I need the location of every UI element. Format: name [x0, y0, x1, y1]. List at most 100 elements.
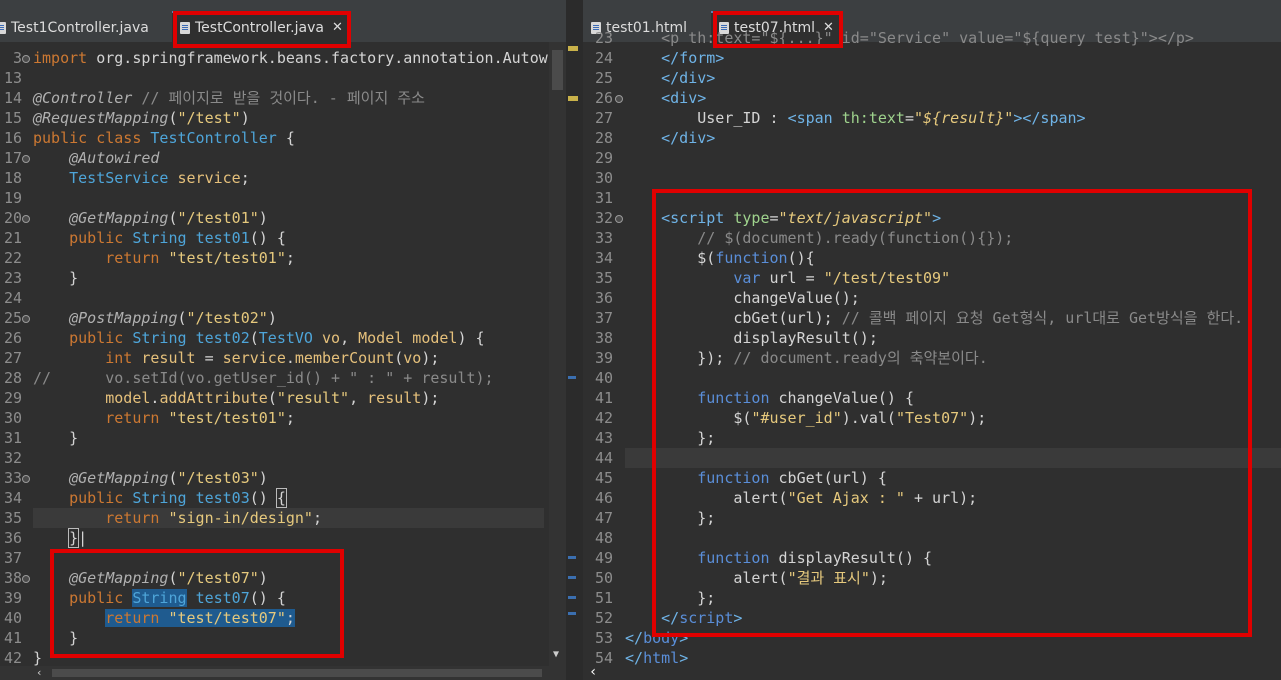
- code-line[interactable]: 28 // vo.setId(vo.getUser_id() + " : " + …: [0, 368, 566, 388]
- code-text: return "sign-in/design";: [105, 509, 322, 527]
- code-line[interactable]: 42}: [0, 648, 566, 668]
- code-text: }|: [68, 528, 88, 548]
- code-line[interactable]: 24 </form>: [583, 48, 1281, 68]
- fold-toggle-icon[interactable]: [22, 55, 30, 63]
- fold-toggle-icon[interactable]: [22, 215, 30, 223]
- code-line[interactable]: 28 </div>: [583, 128, 1281, 148]
- code-line[interactable]: 43 };: [583, 428, 1281, 448]
- code-text: cbGet(url); // 콜백 페이지 요청 Get형식, url대로 Ge…: [625, 309, 1244, 327]
- code-line[interactable]: 36 }|: [0, 528, 566, 548]
- code-line[interactable]: 29 model.addAttribute("result", result);: [0, 388, 566, 408]
- code-line[interactable]: 31: [583, 188, 1281, 208]
- code-line[interactable]: 21 public String test01() {: [0, 228, 566, 248]
- code-line[interactable]: 29: [583, 148, 1281, 168]
- scroll-thumb[interactable]: [552, 50, 563, 90]
- code-line[interactable]: 45 function cbGet(url) {: [583, 468, 1281, 488]
- code-line[interactable]: 3 import org.springframework.beans.factor…: [0, 48, 566, 68]
- horizontal-scrollbar[interactable]: ‹: [0, 666, 549, 680]
- scroll-left-icon[interactable]: ‹: [36, 666, 43, 679]
- code-text: <p th:text="${...}" id="Service" value="…: [661, 29, 1194, 47]
- code-text: @Autowired: [69, 149, 160, 167]
- code-line[interactable]: 17 @Autowired: [0, 148, 566, 168]
- code-line[interactable]: 19: [0, 188, 566, 208]
- code-line[interactable]: 50 alert("결과 표시");: [583, 568, 1281, 588]
- code-line[interactable]: 32 <script type="text/javascript">: [583, 208, 1281, 228]
- code-line[interactable]: 15 @RequestMapping("/test"): [0, 108, 566, 128]
- line-number: 36: [3, 529, 22, 547]
- code-line[interactable]: 37: [0, 548, 566, 568]
- line-number: 25: [3, 309, 22, 327]
- code-line[interactable]: 25 @PostMapping("/test02"): [0, 308, 566, 328]
- code-line[interactable]: 51 };: [583, 588, 1281, 608]
- code-line[interactable]: 38 @GetMapping("/test07"): [0, 568, 566, 588]
- code-line[interactable]: 30: [583, 168, 1281, 188]
- code-line[interactable]: 53 </body>: [583, 628, 1281, 648]
- code-line[interactable]: 24: [0, 288, 566, 308]
- code-line[interactable]: 18 TestService service;: [0, 168, 566, 188]
- line-number: 40: [3, 609, 22, 627]
- code-line[interactable]: 33 @GetMapping("/test03"): [0, 468, 566, 488]
- code-line[interactable]: 31 }: [0, 428, 566, 448]
- h-scroll-thumb[interactable]: [52, 669, 542, 677]
- close-icon[interactable]: ✕: [332, 20, 343, 35]
- code-line[interactable]: 35 return "sign-in/design";: [0, 508, 566, 528]
- code-line[interactable]: 13: [0, 68, 566, 88]
- code-line[interactable]: 40 return "test/test07";: [0, 608, 566, 628]
- code-line[interactable]: 41 }: [0, 628, 566, 648]
- code-line[interactable]: 41 function changeValue() {: [583, 388, 1281, 408]
- line-number: 27: [594, 109, 613, 127]
- code-line[interactable]: 36 changeValue();: [583, 288, 1281, 308]
- java-editor-pane[interactable]: Test1Controller.java TestController.java…: [0, 0, 566, 680]
- line-number: 39: [594, 349, 613, 367]
- code-text: function changeValue() {: [697, 389, 914, 407]
- vertical-scrollbar[interactable]: ▼: [549, 42, 566, 680]
- scroll-left-icon[interactable]: ‹: [589, 664, 597, 680]
- code-line[interactable]: 40: [583, 368, 1281, 388]
- code-line[interactable]: 32: [0, 448, 566, 468]
- code-line[interactable]: 49 function displayResult() {: [583, 548, 1281, 568]
- code-line[interactable]: 39 }); // document.ready의 축약본이다.: [583, 348, 1281, 368]
- code-line[interactable]: 25 </div>: [583, 68, 1281, 88]
- tab-test1controller[interactable]: Test1Controller.java: [0, 13, 149, 42]
- code-line[interactable]: 48: [583, 528, 1281, 548]
- html-code-editor[interactable]: 23 <p th:text="${...}" id="Service" valu…: [583, 29, 1281, 680]
- code-line[interactable]: 46 alert("Get Ajax : " + url);: [583, 488, 1281, 508]
- fold-toggle-icon[interactable]: [22, 315, 30, 323]
- code-line[interactable]: 44: [583, 448, 1281, 468]
- code-text: return "test/test01";: [105, 409, 295, 427]
- tab-testcontroller[interactable]: TestController.java ✕: [172, 11, 351, 42]
- code-line[interactable]: 34 $(function(){: [583, 248, 1281, 268]
- html-editor-pane[interactable]: test01.html test07.html ✕ 23 <p th:text=…: [583, 0, 1281, 680]
- code-line[interactable]: 37 cbGet(url); // 콜백 페이지 요청 Get형식, url대로…: [583, 308, 1281, 328]
- code-line[interactable]: 47 };: [583, 508, 1281, 528]
- code-line[interactable]: 16 public class TestController {: [0, 128, 566, 148]
- code-line[interactable]: 26 public String test02(TestVO vo, Model…: [0, 328, 566, 348]
- code-line[interactable]: 34 public String test03() {: [0, 488, 566, 508]
- code-line[interactable]: 54 </html>: [583, 648, 1281, 668]
- line-number: 27: [3, 349, 22, 367]
- fold-toggle-icon[interactable]: [22, 575, 30, 583]
- code-line[interactable]: 35 var url = "/test/test09": [583, 268, 1281, 288]
- code-line[interactable]: 42 $("#user_id").val("Test07");: [583, 408, 1281, 428]
- code-line[interactable]: 38 displayResult();: [583, 328, 1281, 348]
- code-line[interactable]: 30 return "test/test01";: [0, 408, 566, 428]
- code-line[interactable]: 22 return "test/test01";: [0, 248, 566, 268]
- code-line[interactable]: 23 }: [0, 268, 566, 288]
- code-line[interactable]: 39 public String test07() {: [0, 588, 566, 608]
- code-line[interactable]: 23 <p th:text="${...}" id="Service" valu…: [583, 28, 1281, 48]
- code-line[interactable]: 26 <div>: [583, 88, 1281, 108]
- code-text: @GetMapping("/test07"): [69, 569, 268, 587]
- code-line[interactable]: 33 // $(document).ready(function(){});: [583, 228, 1281, 248]
- fold-toggle-icon[interactable]: [22, 475, 30, 483]
- code-line[interactable]: 14 @Controller // 페이지로 받을 것이다. - 페이지 주소: [0, 88, 566, 108]
- pane-divider[interactable]: [566, 0, 583, 680]
- code-line[interactable]: 20 @GetMapping("/test01"): [0, 208, 566, 228]
- fold-toggle-icon[interactable]: [615, 215, 623, 223]
- code-line[interactable]: 27 int result = service.memberCount(vo);: [0, 348, 566, 368]
- code-line[interactable]: 52 </script>: [583, 608, 1281, 628]
- code-line[interactable]: 27 User_ID : <span th:text="${result}"><…: [583, 108, 1281, 128]
- scroll-down-icon[interactable]: ▼: [553, 649, 559, 660]
- java-code-editor[interactable]: 3 import org.springframework.beans.factor…: [0, 42, 566, 680]
- fold-toggle-icon[interactable]: [615, 95, 623, 103]
- fold-toggle-icon[interactable]: [22, 155, 30, 163]
